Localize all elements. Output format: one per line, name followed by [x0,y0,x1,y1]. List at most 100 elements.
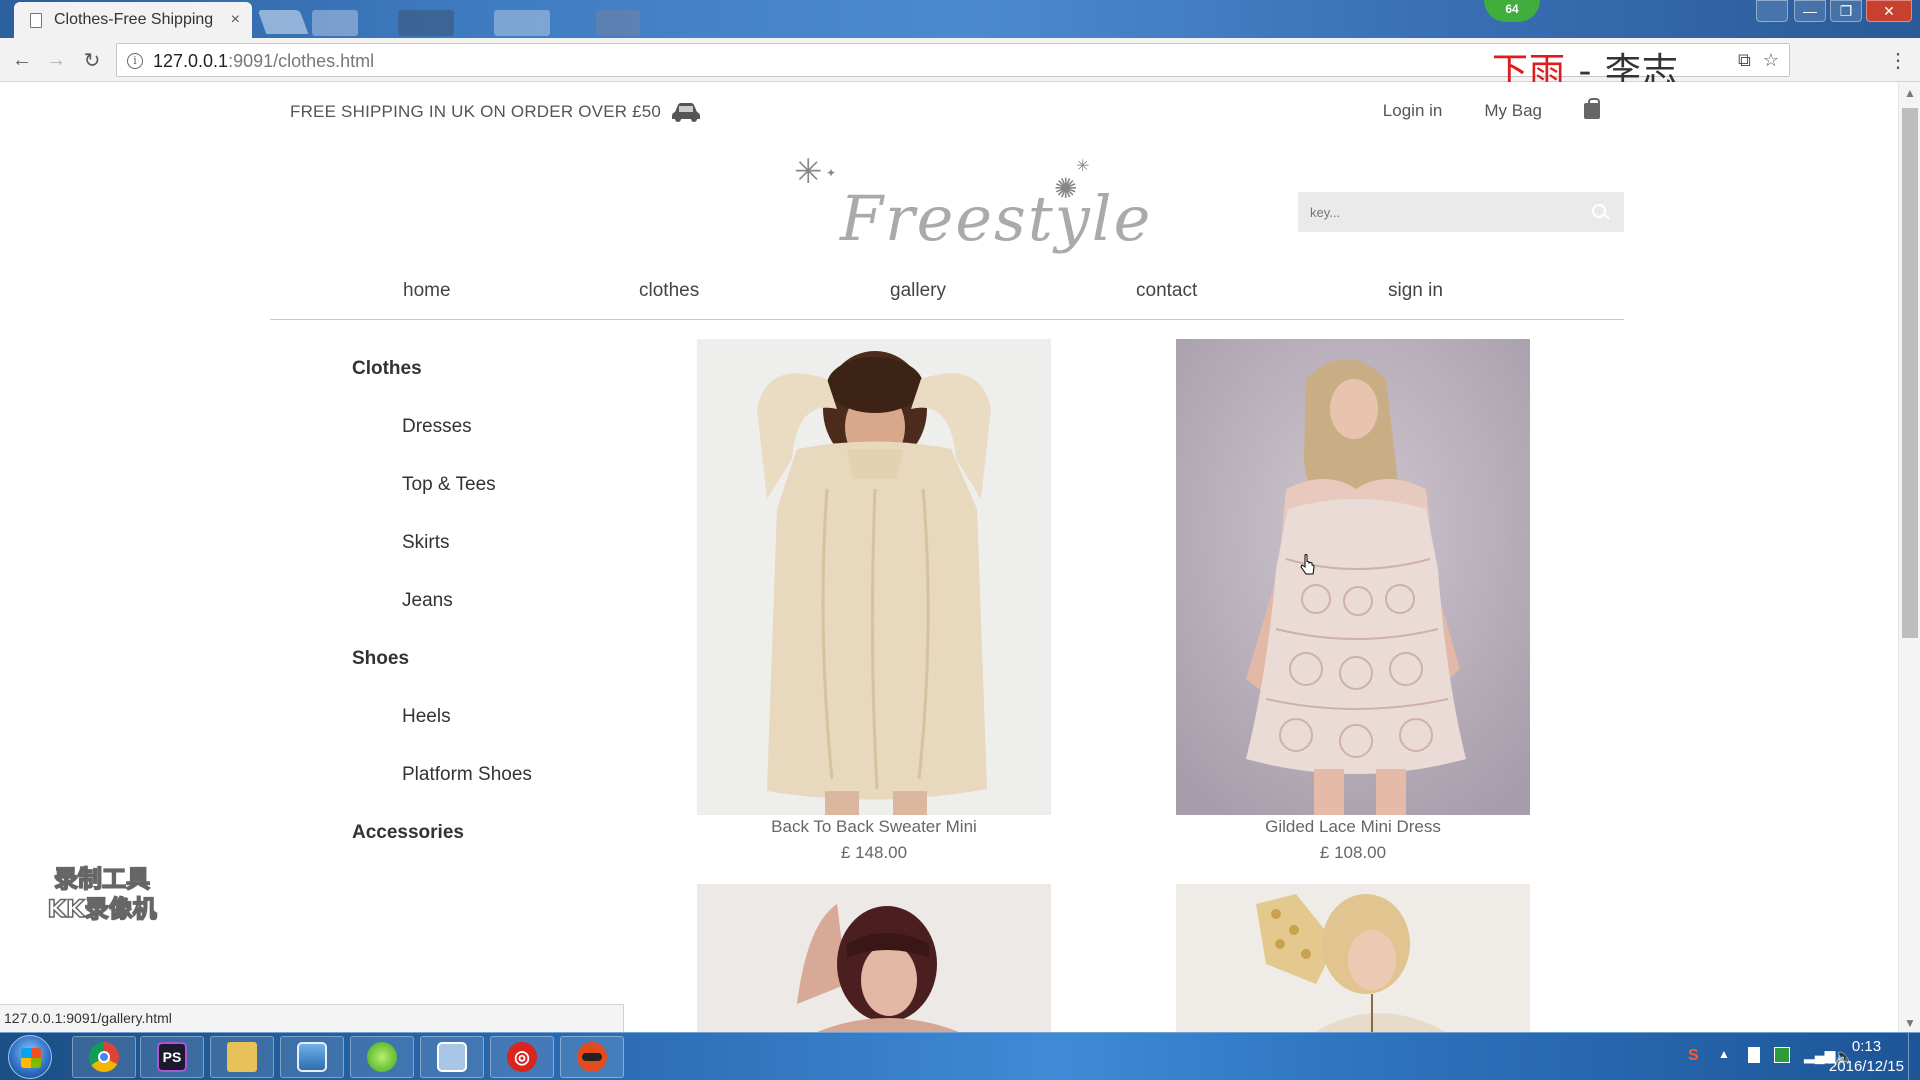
window-controls: — ❐ ✕ [1794,0,1912,22]
product-photo-sweater[interactable] [697,339,1051,815]
shipping-banner: FREE SHIPPING IN UK ON ORDER OVER £50 [290,101,701,123]
system-clock[interactable]: 0:13 2016/12/15 [1829,1037,1904,1077]
product-name[interactable]: Gilded Lace Mini Dress [1176,817,1530,837]
web-page: FREE SHIPPING IN UK ON ORDER OVER £50 Lo… [0,82,1898,1032]
notification-badge: 64 [1484,0,1540,22]
clock-date: 2016/12/15 [1828,1058,1904,1075]
tray-expand-icon[interactable]: ▲ [1718,1047,1734,1063]
translate-icon[interactable]: ⧉ [1738,50,1751,71]
shipping-text: FREE SHIPPING IN UK ON ORDER OVER £50 [290,102,662,121]
browser-titlebar: Clothes-Free Shipping × 64 — ❐ ✕ [0,0,1920,38]
browser-menu-icon[interactable]: ⋮ [1888,48,1908,73]
small-star-icon: ✳ [1076,158,1090,175]
new-tab-button[interactable] [257,10,309,34]
maximize-button[interactable]: ❐ [1830,0,1862,22]
main-navigation: home clothes gallery contact sign in [270,280,1624,320]
site-logo[interactable]: ✳ ✦ Freestyle ✺ ✳ [780,152,1150,272]
close-window-button[interactable]: ✕ [1866,0,1912,22]
page-scrollbar[interactable]: ▲ ▼ [1898,82,1920,1032]
my-bag-link[interactable]: My Bag [1484,101,1542,121]
scroll-up-arrow-icon[interactable]: ▲ [1904,86,1916,100]
search-icon[interactable] [1592,204,1606,218]
show-desktop-button[interactable] [1908,1033,1920,1080]
product-photo-lace-dress[interactable] [1176,339,1530,815]
login-link[interactable]: Login in [1383,101,1443,121]
category-skirts[interactable]: Skirts [402,532,450,554]
category-dresses[interactable]: Dresses [402,416,472,438]
document-icon [30,12,42,28]
windows-taskbar: PS ◎ S ▲ ▂▄▆ 🔈 0:13 2016/12/15 [0,1032,1920,1080]
blurred-window-thumb [494,10,550,36]
category-top-tees[interactable]: Top & Tees [402,474,496,496]
scrollbar-thumb[interactable] [1902,108,1918,638]
sogou-input-icon[interactable]: S [1688,1047,1704,1064]
chrome-icon [89,1042,119,1072]
car-icon [671,101,701,123]
network-signal-icon[interactable]: ▂▄▆ [1804,1047,1835,1063]
nav-gallery[interactable]: gallery [890,280,946,302]
taskbar-picture-viewer[interactable] [280,1036,344,1078]
product-photo-model-dark-hair[interactable] [697,884,1051,1032]
tray-device-icon[interactable] [1748,1047,1760,1063]
profile-button[interactable] [1756,0,1788,22]
taskbar-phpstorm[interactable]: PS [140,1036,204,1078]
product-card[interactable] [697,884,1051,1032]
blurred-window-thumb [596,10,640,36]
taskbar-green-app[interactable] [350,1036,414,1078]
star-dot-icon: ✦ [826,166,837,180]
taskbar-file-explorer[interactable] [210,1036,274,1078]
info-icon[interactable]: i [127,53,143,69]
taskbar-remote-desktop[interactable] [420,1036,484,1078]
product-price: £ 108.00 [1319,843,1387,862]
mouse-cursor-icon [1300,554,1316,581]
taskbar-kk-recorder[interactable] [560,1036,624,1078]
tab-title: Clothes-Free Shipping [54,11,214,28]
recorder-watermark: 录制工具 KK录像机 [47,864,158,924]
category-platform-shoes[interactable]: Platform Shoes [402,764,532,786]
top-strip: FREE SHIPPING IN UK ON ORDER OVER £50 Lo… [290,98,1620,129]
blurred-window-thumb [398,10,454,36]
search-box [1298,192,1624,232]
browser-tab-active[interactable]: Clothes-Free Shipping × [14,2,252,38]
nav-contact[interactable]: contact [1136,280,1197,302]
category-accessories[interactable]: Accessories [352,822,464,844]
search-input[interactable] [1310,202,1580,222]
product-name[interactable]: Back To Back Sweater Mini [697,817,1051,837]
back-arrow-icon[interactable]: ← [8,46,36,74]
netease-music-icon: ◎ [507,1042,537,1072]
category-heels[interactable]: Heels [402,706,451,728]
reload-icon[interactable]: ↻ [78,46,106,74]
nav-home[interactable]: home [403,280,451,302]
start-button[interactable] [8,1035,52,1079]
minimize-button[interactable]: — [1794,0,1826,22]
burst-star-icon: ✺ [1054,173,1078,204]
url-text: 127.0.0.1:9091/clothes.html [153,51,375,71]
product-card[interactable] [1176,884,1530,1032]
windows-logo-icon [21,1048,41,1068]
category-shoes[interactable]: Shoes [352,648,409,670]
picture-viewer-icon [297,1042,327,1072]
scroll-down-arrow-icon[interactable]: ▼ [1904,1016,1916,1030]
account-links: Login in My Bag [1383,98,1600,121]
bookmark-star-icon[interactable]: ☆ [1763,50,1779,71]
tray-network-monitor-icon[interactable] [1774,1047,1790,1063]
system-tray: S ▲ ▂▄▆ 🔈 [1688,1047,1854,1066]
shopping-bag-icon[interactable] [1584,98,1600,119]
remote-desktop-icon [437,1042,467,1072]
category-jeans[interactable]: Jeans [402,590,453,612]
kk-recorder-icon [577,1042,607,1072]
product-card[interactable]: Gilded Lace Mini Dress £ 108.00 [1176,339,1530,863]
product-card[interactable]: Back To Back Sweater Mini £ 148.00 [697,339,1051,863]
nav-sign-in[interactable]: sign in [1388,280,1443,302]
nav-clothes[interactable]: clothes [639,280,699,302]
forward-arrow-icon[interactable]: → [42,46,70,74]
taskbar-netease-music[interactable]: ◎ [490,1036,554,1078]
phpstorm-icon: PS [157,1042,187,1072]
product-photo-model-blonde[interactable] [1176,884,1530,1032]
tab-close-button[interactable]: × [231,11,240,29]
blurred-window-thumb [312,10,358,36]
category-clothes[interactable]: Clothes [352,358,422,380]
taskbar-chrome[interactable] [72,1036,136,1078]
asterisk-star-icon: ✳ [794,153,823,191]
green-leaf-icon [367,1042,397,1072]
